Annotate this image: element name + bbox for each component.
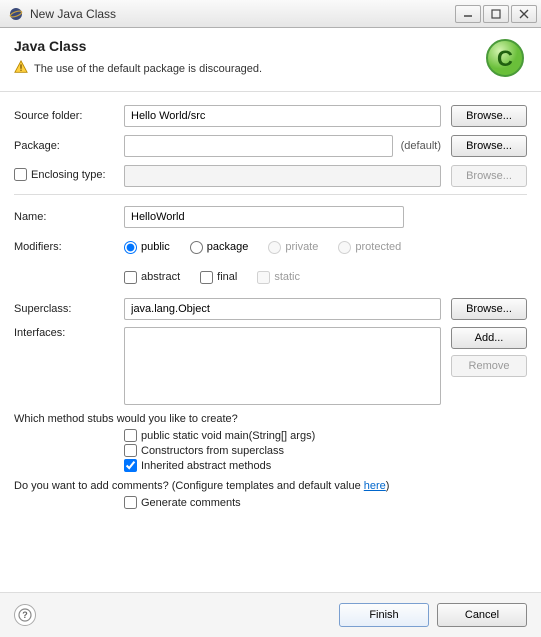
comments-question: Do you want to add comments? (Configure … <box>14 480 527 492</box>
label-modifiers: Modifiers: <box>14 241 124 253</box>
add-interface-button[interactable]: Add... <box>451 327 527 349</box>
superclass-input[interactable] <box>124 298 441 320</box>
package-input[interactable] <box>124 135 393 157</box>
stubs-question: Which method stubs would you like to cre… <box>14 413 527 425</box>
dialog-heading: Java Class <box>14 38 527 54</box>
finish-button[interactable]: Finish <box>339 603 429 627</box>
label-superclass: Superclass: <box>14 303 124 315</box>
enclosing-type-checkbox[interactable]: Enclosing type: <box>14 168 106 181</box>
browse-enclosing-button: Browse... <box>451 165 527 187</box>
svg-text:?: ? <box>22 610 28 620</box>
label-name: Name: <box>14 211 124 223</box>
close-button[interactable] <box>511 5 537 23</box>
source-folder-input[interactable] <box>124 105 441 127</box>
modifier-private-radio: private <box>268 241 318 254</box>
warning-icon <box>14 60 28 77</box>
stub-main-checkbox[interactable]: public static void main(String[] args) <box>124 429 527 442</box>
titlebar: New Java Class <box>0 0 541 28</box>
modifier-package-radio[interactable]: package <box>190 241 249 254</box>
stub-constructors-checkbox[interactable]: Constructors from superclass <box>124 444 527 457</box>
window-title: New Java Class <box>30 7 455 21</box>
minimize-button[interactable] <box>455 5 481 23</box>
cancel-button[interactable]: Cancel <box>437 603 527 627</box>
dialog-header: Java Class The use of the default packag… <box>0 28 541 92</box>
configure-templates-link[interactable]: here <box>364 480 386 492</box>
eclipse-icon <box>8 6 24 22</box>
interfaces-listbox[interactable] <box>124 327 441 405</box>
modifier-abstract-checkbox[interactable]: abstract <box>124 271 180 284</box>
label-package: Package: <box>14 140 124 152</box>
maximize-button[interactable] <box>483 5 509 23</box>
package-default-text: (default) <box>401 140 441 152</box>
modifier-public-radio[interactable]: public <box>124 241 170 254</box>
label-interfaces: Interfaces: <box>14 327 124 339</box>
label-source-folder: Source folder: <box>14 110 124 122</box>
dialog-footer: ? Finish Cancel <box>0 592 541 637</box>
generate-comments-checkbox[interactable]: Generate comments <box>124 496 527 509</box>
dialog-hint: The use of the default package is discou… <box>34 63 262 75</box>
class-icon: C <box>483 36 527 83</box>
help-button[interactable]: ? <box>14 604 36 626</box>
modifier-static-checkbox: static <box>257 271 300 284</box>
modifier-protected-radio: protected <box>338 241 401 254</box>
svg-text:C: C <box>497 46 513 71</box>
remove-interface-button: Remove <box>451 355 527 377</box>
stub-inherited-checkbox[interactable]: Inherited abstract methods <box>124 459 527 472</box>
modifier-final-checkbox[interactable]: final <box>200 271 237 284</box>
browse-superclass-button[interactable]: Browse... <box>451 298 527 320</box>
enclosing-type-input <box>124 165 441 187</box>
browse-source-button[interactable]: Browse... <box>451 105 527 127</box>
browse-package-button[interactable]: Browse... <box>451 135 527 157</box>
name-input[interactable] <box>124 206 404 228</box>
